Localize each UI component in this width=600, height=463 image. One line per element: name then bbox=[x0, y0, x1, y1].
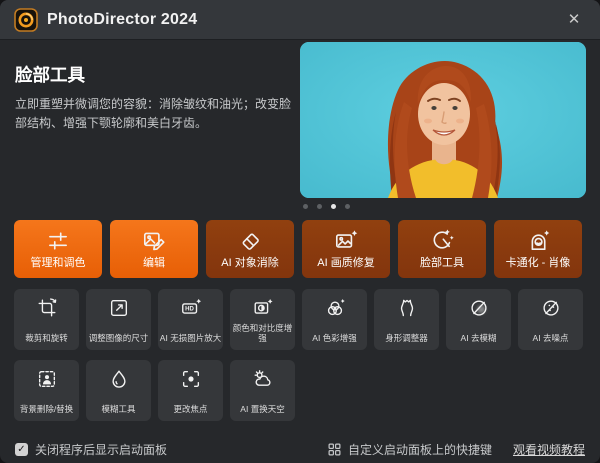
tile-denoise[interactable]: AI 去噪点 bbox=[518, 289, 583, 350]
show-on-close-label: 关闭程序后显示启动面板 bbox=[35, 441, 167, 458]
customize-shortcuts-button[interactable]: 自定义启动面板上的快捷键 bbox=[348, 441, 492, 458]
tile-hd-upscale[interactable]: HD AI 无损图片放大 bbox=[158, 289, 223, 350]
carousel-dot-1[interactable] bbox=[303, 204, 308, 209]
hero-text-block: 脸部工具 立即重塑并微调您的容貌：消除皱纹和油光；改变脸部结构、增强下颚轮廓和美… bbox=[15, 62, 293, 132]
hd-upscale-icon: HD bbox=[180, 297, 202, 319]
tile-label: AI 无损图片放大 bbox=[160, 333, 221, 344]
tile-label: AI 对象消除 bbox=[221, 254, 278, 270]
edit-photo-icon bbox=[141, 228, 167, 254]
tile-resize[interactable]: 调整图像的尺寸 bbox=[86, 289, 151, 350]
tile-row-primary: 管理和调色 编辑 AI 对象消除 AI 画质修复 脸部工具 卡通化 - 肖像 bbox=[14, 220, 582, 278]
app-title: PhotoDirector 2024 bbox=[47, 11, 197, 29]
footer-bar: ✓ 关闭程序后显示启动面板 自定义启动面板上的快捷键 观看视频教程 bbox=[0, 435, 600, 463]
watch-tutorials-link[interactable]: 观看视频教程 bbox=[513, 441, 585, 458]
tile-label: AI 画质修复 bbox=[317, 254, 374, 270]
tile-label: 颜色和对比度增强 bbox=[231, 323, 294, 344]
tile-row-tertiary: 背景删除/替换 模糊工具 更改焦点 AI 置换天空 bbox=[14, 360, 295, 421]
tile-label: 身形调整器 bbox=[385, 333, 428, 344]
tile-label: 更改焦点 bbox=[173, 404, 207, 415]
tile-label: AI 色彩增强 bbox=[312, 333, 356, 344]
tile-color-circles[interactable]: AI 色彩增强 bbox=[302, 289, 367, 350]
tile-row-secondary: 裁剪和旋转 调整图像的尺寸 HD AI 无损图片放大颜色和对比度增强 AI 色彩增强 身形… bbox=[14, 289, 583, 350]
carousel-dots bbox=[303, 204, 350, 209]
tile-label: 脸部工具 bbox=[420, 254, 464, 270]
tile-edit-photo[interactable]: 编辑 bbox=[110, 220, 198, 278]
svg-text:HD: HD bbox=[185, 307, 194, 313]
tile-color-contrast[interactable]: 颜色和对比度增强 bbox=[230, 289, 295, 350]
tile-face-wand[interactable]: 脸部工具 bbox=[398, 220, 486, 278]
app-logo-icon bbox=[14, 8, 38, 32]
tile-label: 调整图像的尺寸 bbox=[89, 333, 149, 344]
page-title: 脸部工具 bbox=[15, 62, 293, 87]
show-on-close-checkbox[interactable]: ✓ bbox=[15, 443, 28, 456]
tile-cartoon-portrait[interactable]: 卡通化 - 肖像 bbox=[494, 220, 582, 278]
tile-label: 卡通化 - 肖像 bbox=[506, 254, 571, 270]
tile-deblur[interactable]: AI 去模糊 bbox=[446, 289, 511, 350]
carousel-dot-4[interactable] bbox=[345, 204, 350, 209]
focus-icon bbox=[180, 368, 202, 390]
eraser-icon bbox=[237, 228, 263, 254]
hero-description: 立即重塑并微调您的容貌：消除皱纹和油光；改变脸部结构、增强下颚轮廓和美白牙齿。 bbox=[15, 95, 293, 132]
face-wand-icon bbox=[429, 228, 455, 254]
carousel-dot-2[interactable] bbox=[317, 204, 322, 209]
resize-icon bbox=[108, 297, 130, 319]
adjust-sliders-icon bbox=[45, 228, 71, 254]
color-circles-icon bbox=[324, 297, 346, 319]
shortcut-grid-icon bbox=[328, 443, 341, 456]
show-on-close-option[interactable]: ✓ 关闭程序后显示启动面板 bbox=[15, 441, 167, 458]
deblur-icon bbox=[468, 297, 490, 319]
tile-label: 模糊工具 bbox=[101, 404, 135, 415]
tile-adjust-sliders[interactable]: 管理和调色 bbox=[14, 220, 102, 278]
tile-eraser[interactable]: AI 对象消除 bbox=[206, 220, 294, 278]
crop-rotate-icon bbox=[36, 297, 58, 319]
photodirector-launcher-window: PhotoDirector 2024 ✕ 脸部工具 立即重塑并微调您的容貌：消除… bbox=[0, 0, 600, 463]
tile-image-enhance[interactable]: AI 画质修复 bbox=[302, 220, 390, 278]
tile-label: AI 置换天空 bbox=[240, 404, 284, 415]
tile-label: 管理和调色 bbox=[31, 254, 86, 270]
blur-drop-icon bbox=[108, 368, 130, 390]
body-shaper-icon bbox=[396, 297, 418, 319]
tile-bg-remove[interactable]: 背景删除/替换 bbox=[14, 360, 79, 421]
tile-sky-replace[interactable]: AI 置换天空 bbox=[230, 360, 295, 421]
sky-replace-icon bbox=[252, 368, 274, 390]
tile-label: 背景删除/替换 bbox=[20, 404, 73, 415]
tile-crop-rotate[interactable]: 裁剪和旋转 bbox=[14, 289, 79, 350]
denoise-icon bbox=[540, 297, 562, 319]
tile-label: 编辑 bbox=[143, 254, 165, 270]
tile-body-shaper[interactable]: 身形调整器 bbox=[374, 289, 439, 350]
cartoon-portrait-icon bbox=[525, 228, 551, 254]
close-icon[interactable]: ✕ bbox=[562, 8, 586, 32]
tile-label: AI 去噪点 bbox=[533, 333, 569, 344]
title-bar: PhotoDirector 2024 ✕ bbox=[0, 0, 600, 40]
image-enhance-icon bbox=[333, 228, 359, 254]
tile-focus[interactable]: 更改焦点 bbox=[158, 360, 223, 421]
tile-label: AI 去模糊 bbox=[461, 333, 497, 344]
tile-label: 裁剪和旋转 bbox=[25, 333, 68, 344]
carousel-dot-3[interactable] bbox=[331, 204, 336, 209]
tile-blur-drop[interactable]: 模糊工具 bbox=[86, 360, 151, 421]
hero-photo bbox=[300, 42, 586, 198]
bg-remove-icon bbox=[36, 368, 58, 390]
color-contrast-icon bbox=[252, 297, 274, 319]
